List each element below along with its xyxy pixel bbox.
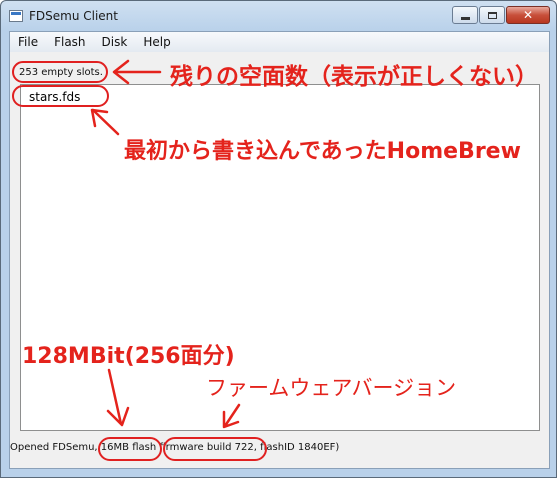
app-window-icon[interactable] — [9, 10, 23, 22]
status-flash-id: flashID 1840EF) — [260, 442, 340, 453]
title-bar[interactable]: FDSemu Client ✕ — [1, 1, 556, 31]
menu-help[interactable]: Help — [135, 32, 178, 52]
status-prefix: Opened FDSemu, — [10, 442, 98, 453]
maximize-icon — [487, 11, 497, 19]
firmware-highlight-oval — [163, 437, 267, 461]
annotation-homebrew-note: 最初から書き込んであったHomeBrew — [124, 139, 521, 164]
window-title: FDSemu Client — [29, 9, 118, 23]
annotation-firmware-note: ファームウェアバージョン — [206, 376, 457, 400]
menu-disk[interactable]: Disk — [94, 32, 136, 52]
close-button[interactable]: ✕ — [506, 6, 550, 24]
menu-file[interactable]: File — [10, 32, 46, 52]
minimize-icon — [460, 16, 470, 20]
annotation-capacity-note: 128MBit(256面分) — [22, 344, 235, 369]
item-highlight-oval — [12, 85, 109, 107]
slots-highlight-oval — [12, 61, 108, 83]
annotation-slots-note: 残りの空面数（表示が正しくない） — [170, 64, 538, 90]
flash-highlight-oval — [98, 437, 162, 461]
minimize-button[interactable] — [452, 6, 478, 24]
maximize-button[interactable] — [479, 6, 505, 24]
close-icon: ✕ — [522, 8, 534, 22]
menu-bar: File Flash Disk Help — [10, 32, 549, 52]
menu-flash[interactable]: Flash — [46, 32, 93, 52]
caption-buttons: ✕ — [452, 6, 550, 24]
